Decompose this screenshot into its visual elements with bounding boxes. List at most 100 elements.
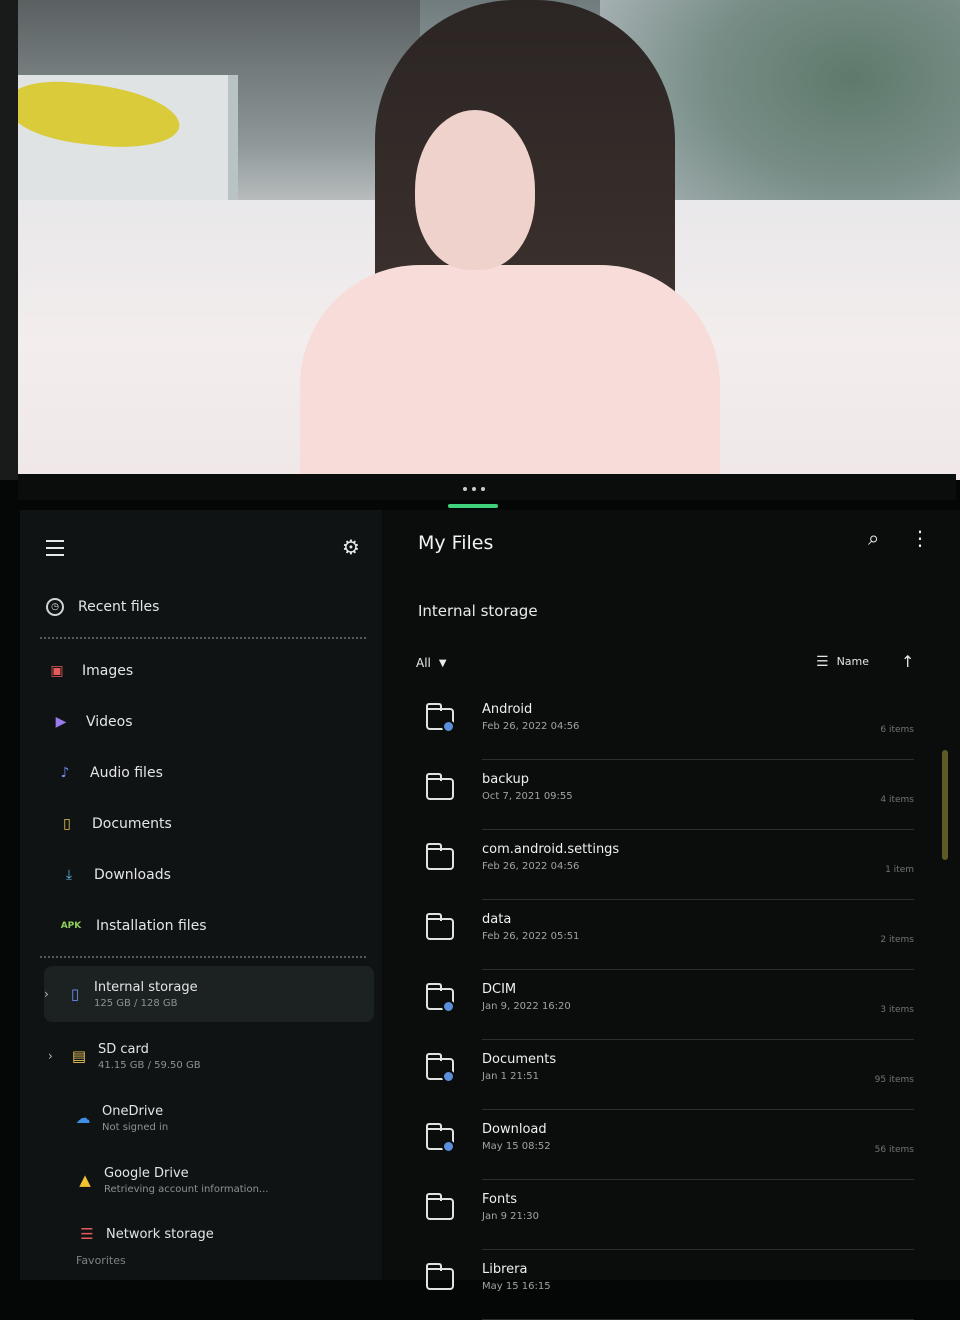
google-drive-icon: ▲ xyxy=(79,1171,91,1189)
file-name: backup xyxy=(482,772,529,787)
video-person-face xyxy=(415,110,535,270)
sort-control[interactable]: ☰ Name ↑ xyxy=(816,652,914,671)
storage-usage: 125 GB / 128 GB xyxy=(94,997,178,1009)
file-date: Feb 26, 2022 05:51 xyxy=(482,931,580,942)
storage-label: SD card xyxy=(98,1041,149,1057)
nav-installation-files[interactable]: APK Installation files xyxy=(60,915,207,937)
file-item-count: 4 items xyxy=(880,795,914,805)
storage-sd-card[interactable]: › ▤ SD card 41.15 GB / 59.50 GB xyxy=(48,1028,378,1084)
nav-label: Videos xyxy=(86,714,133,730)
divider xyxy=(40,637,366,639)
settings-gear-icon[interactable]: ⚙ xyxy=(340,536,362,558)
video-person-body xyxy=(300,265,720,480)
search-icon[interactable]: ⌕ xyxy=(868,526,892,550)
file-browser: My Files ⌕ ⋮ Internal storage All ▼ ☰ Na… xyxy=(402,510,960,1320)
nav-label: Downloads xyxy=(94,867,171,883)
file-date: Feb 26, 2022 04:56 xyxy=(482,861,580,872)
storage-internal[interactable]: › ▯ Internal storage 125 GB / 128 GB xyxy=(44,966,374,1022)
folder-icon xyxy=(426,843,454,870)
menu-icon[interactable] xyxy=(46,540,64,556)
storage-label: Network storage xyxy=(106,1226,214,1242)
page-title: My Files xyxy=(418,532,494,554)
sd-card-icon: ▤ xyxy=(71,1047,87,1065)
video-icon: ▶ xyxy=(55,714,67,730)
clock-icon: ◷ xyxy=(46,598,64,616)
file-row[interactable]: Fonts Jan 9 21:30 xyxy=(418,1180,914,1250)
nav-label: Documents xyxy=(92,816,172,832)
storage-text: SD card 41.15 GB / 59.50 GB xyxy=(98,1042,201,1071)
file-item-count: 6 items xyxy=(880,725,914,735)
sort-ascending-icon[interactable]: ↑ xyxy=(901,652,914,671)
nav-downloads[interactable]: ⤓ Downloads xyxy=(58,864,171,886)
chevron-right-icon[interactable]: › xyxy=(44,987,56,1001)
storage-text: Google Drive Retrieving account informat… xyxy=(104,1166,268,1195)
storage-text: Internal storage 125 GB / 128 GB xyxy=(94,980,198,1009)
screen-edge xyxy=(0,0,18,480)
split-screen-divider[interactable] xyxy=(18,474,956,500)
file-name: Download xyxy=(482,1122,547,1137)
file-date: Feb 26, 2022 04:56 xyxy=(482,721,580,732)
file-name: Android xyxy=(482,702,533,717)
filter-dropdown[interactable]: All ▼ xyxy=(416,656,447,670)
file-item-count: 3 items xyxy=(880,1005,914,1015)
file-name: com.android.settings xyxy=(482,842,620,857)
nav-videos[interactable]: ▶ Videos xyxy=(50,711,133,733)
storage-onedrive[interactable]: ☁ OneDrive Not signed in xyxy=(52,1090,382,1146)
favorites-heading: Favorites xyxy=(76,1254,126,1267)
image-icon: ▣ xyxy=(50,663,64,679)
window-handle[interactable] xyxy=(448,504,498,508)
video-player[interactable] xyxy=(0,0,960,480)
folder-badge-icon xyxy=(442,720,455,733)
file-row[interactable]: Librera May 15 16:15 xyxy=(418,1250,914,1320)
breadcrumb[interactable]: Internal storage xyxy=(418,602,538,620)
nav-label: Installation files xyxy=(96,918,207,934)
folder-icon xyxy=(426,913,454,940)
folder-icon xyxy=(426,1263,454,1290)
chevron-right-icon[interactable]: › xyxy=(48,1049,60,1063)
file-date: May 15 08:52 xyxy=(482,1141,551,1152)
more-options-icon[interactable]: ⋮ xyxy=(910,526,930,550)
nav-documents[interactable]: ▯ Documents xyxy=(56,813,172,835)
file-row[interactable]: DCIM Jan 9, 2022 16:20 3 items xyxy=(418,970,914,1040)
cloud-icon: ☁ xyxy=(75,1109,91,1127)
nav-label: Audio files xyxy=(90,765,163,781)
nav-label: Recent files xyxy=(78,599,160,615)
my-files-app: ⚙ ◷ Recent files ▣ Images ▶ Videos ♪ Aud… xyxy=(20,510,960,1320)
storage-text: Network storage xyxy=(106,1227,214,1242)
scrollbar[interactable] xyxy=(942,750,948,860)
file-name: Documents xyxy=(482,1052,557,1067)
sort-label: Name xyxy=(836,655,870,668)
folder-badge-icon xyxy=(442,1000,455,1013)
document-icon: ▯ xyxy=(63,816,71,832)
file-row[interactable]: com.android.settings Feb 26, 2022 04:56 1 … xyxy=(418,830,914,900)
folder-badge-icon xyxy=(442,1140,455,1153)
file-row[interactable]: backup Oct 7, 2021 09:55 4 items xyxy=(418,760,914,830)
nav-images[interactable]: ▣ Images xyxy=(46,660,133,682)
nav-recent-files[interactable]: ◷ Recent files xyxy=(46,598,159,616)
file-date: Jan 9, 2022 16:20 xyxy=(482,1001,571,1012)
file-name: Fonts xyxy=(482,1192,518,1207)
storage-label: Internal storage xyxy=(94,979,198,995)
music-note-icon: ♪ xyxy=(60,765,70,781)
divider-dots-icon[interactable] xyxy=(463,487,485,491)
folder-icon xyxy=(426,773,454,800)
file-row[interactable]: data Feb 26, 2022 05:51 2 items xyxy=(418,900,914,970)
file-row[interactable]: Android Feb 26, 2022 04:56 6 items xyxy=(418,690,914,760)
chevron-down-icon: ▼ xyxy=(438,657,447,669)
file-row[interactable]: Documents Jan 1 21:51 95 items xyxy=(418,1040,914,1110)
nav-audio-files[interactable]: ♪ Audio files xyxy=(54,762,163,784)
file-item-count: 1 item xyxy=(885,865,914,875)
file-date: Jan 1 21:51 xyxy=(482,1071,539,1082)
phone-icon: ▯ xyxy=(70,985,80,1003)
file-item-count: 2 items xyxy=(880,935,914,945)
navigation-drawer: ⚙ ◷ Recent files ▣ Images ▶ Videos ♪ Aud… xyxy=(20,510,382,1280)
sort-icon: ☰ xyxy=(816,653,829,670)
file-name: data xyxy=(482,912,512,927)
storage-google-drive[interactable]: ▲ Google Drive Retrieving account inform… xyxy=(54,1152,384,1208)
filter-label: All xyxy=(416,656,431,670)
download-icon: ⤓ xyxy=(65,867,73,883)
apk-icon: APK xyxy=(60,921,82,931)
folder-icon xyxy=(426,1193,454,1220)
storage-status: Retrieving account information... xyxy=(104,1183,269,1195)
file-row[interactable]: Download May 15 08:52 56 items xyxy=(418,1110,914,1180)
